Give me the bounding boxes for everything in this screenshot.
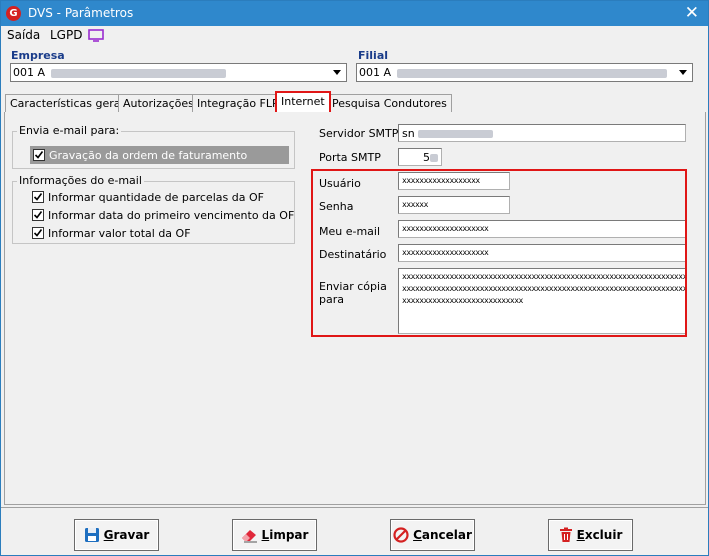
empresa-label: Empresa [11,49,65,62]
checkbox-valor-total[interactable]: Informar valor total da OF [32,224,191,242]
eraser-icon [241,528,258,543]
tab-pesquisa-condutores[interactable]: Pesquisa Condutores [327,94,452,112]
envia-email-group: Envia e-mail para: Gravação da ordem de … [12,124,295,169]
excluir-button-mnemonic: E [576,528,585,542]
checkbox-icon[interactable] [32,227,44,239]
checkbox-label: Informar valor total da OF [48,226,191,240]
cancelar-button-mnemonic: C [413,528,422,542]
filial-value: 001 A [359,66,392,79]
empresa-select[interactable]: 001 A [10,63,347,82]
porta-smtp-label: Porta SMTP [319,151,381,164]
checkbox-gravacao-of[interactable]: Gravação da ordem de faturamento [30,146,289,164]
excluir-button-label: xcluir [584,528,623,542]
parametros-window: G DVS - Parâmetros ✕ Saída LGPD Empresa … [0,0,709,556]
chevron-down-icon[interactable] [675,65,691,80]
tab-caracteristicas-gerais[interactable]: Características gerais [5,94,135,112]
porta-smtp-value: 5 [423,151,430,164]
window-title: DVS - Parâmetros [28,6,134,20]
checkbox-icon[interactable] [33,149,45,161]
menu-bar: Saída LGPD [1,26,708,45]
title-bar: G DVS - Parâmetros ✕ [1,1,708,26]
checkbox-label: Gravação da ordem de faturamento [49,148,248,162]
envia-email-group-title: Envia e-mail para: [17,124,122,137]
chevron-down-icon[interactable] [329,65,345,80]
checkbox-label: Informar data do primeiro vencimento da … [48,208,295,222]
informacoes-email-group: Informações do e-mail Informar quantidad… [12,174,295,244]
cancel-icon [393,527,409,543]
filial-select[interactable]: 001 A [356,63,693,82]
empresa-value: 001 A [13,66,46,79]
cancelar-button[interactable]: Cancelar [390,519,475,551]
filial-label: Filial [358,49,389,62]
gravar-button-label: ravar [113,528,150,542]
empresa-redacted [51,69,226,78]
app-logo-icon: G [6,6,21,21]
porta-smtp-redacted [430,154,438,162]
filial-redacted [397,69,667,78]
tab-internet[interactable]: Internet [275,91,331,113]
cancelar-button-label: ancelar [421,528,472,542]
limpar-button-label: impar [269,528,309,542]
menu-item-saida[interactable]: Saída [7,28,40,42]
tab-integracao-flp[interactable]: Integração FLP [192,94,284,112]
tab-autorizacoes[interactable]: Autorizações [118,94,199,112]
servidor-smtp-value: sn [402,127,415,140]
monitor-icon[interactable] [88,29,104,45]
close-window-button[interactable]: ✕ [685,3,699,23]
porta-smtp-input[interactable]: 5 [398,148,442,166]
gravar-button-mnemonic: G [103,528,114,542]
gravar-button[interactable]: Gravar [74,519,159,551]
checkbox-label: Informar quantidade de parcelas da OF [48,190,264,204]
menu-item-lgpd[interactable]: LGPD [50,28,82,42]
highlight-box [311,169,687,337]
informacoes-email-group-title: Informações do e-mail [17,174,144,187]
servidor-smtp-input[interactable]: sn [398,124,686,142]
servidor-smtp-redacted [418,130,494,138]
checkbox-qtd-parcelas[interactable]: Informar quantidade de parcelas da OF [32,188,264,206]
floppy-disk-icon [84,527,100,543]
footer-divider [1,507,708,508]
checkbox-data-vencimento[interactable]: Informar data do primeiro vencimento da … [32,206,294,224]
trash-icon [559,527,573,543]
checkbox-icon[interactable] [32,191,44,203]
excluir-button[interactable]: Excluir [548,519,633,551]
limpar-button[interactable]: Limpar [232,519,317,551]
servidor-smtp-label: Servidor SMTP [319,127,399,140]
checkbox-icon[interactable] [32,209,44,221]
